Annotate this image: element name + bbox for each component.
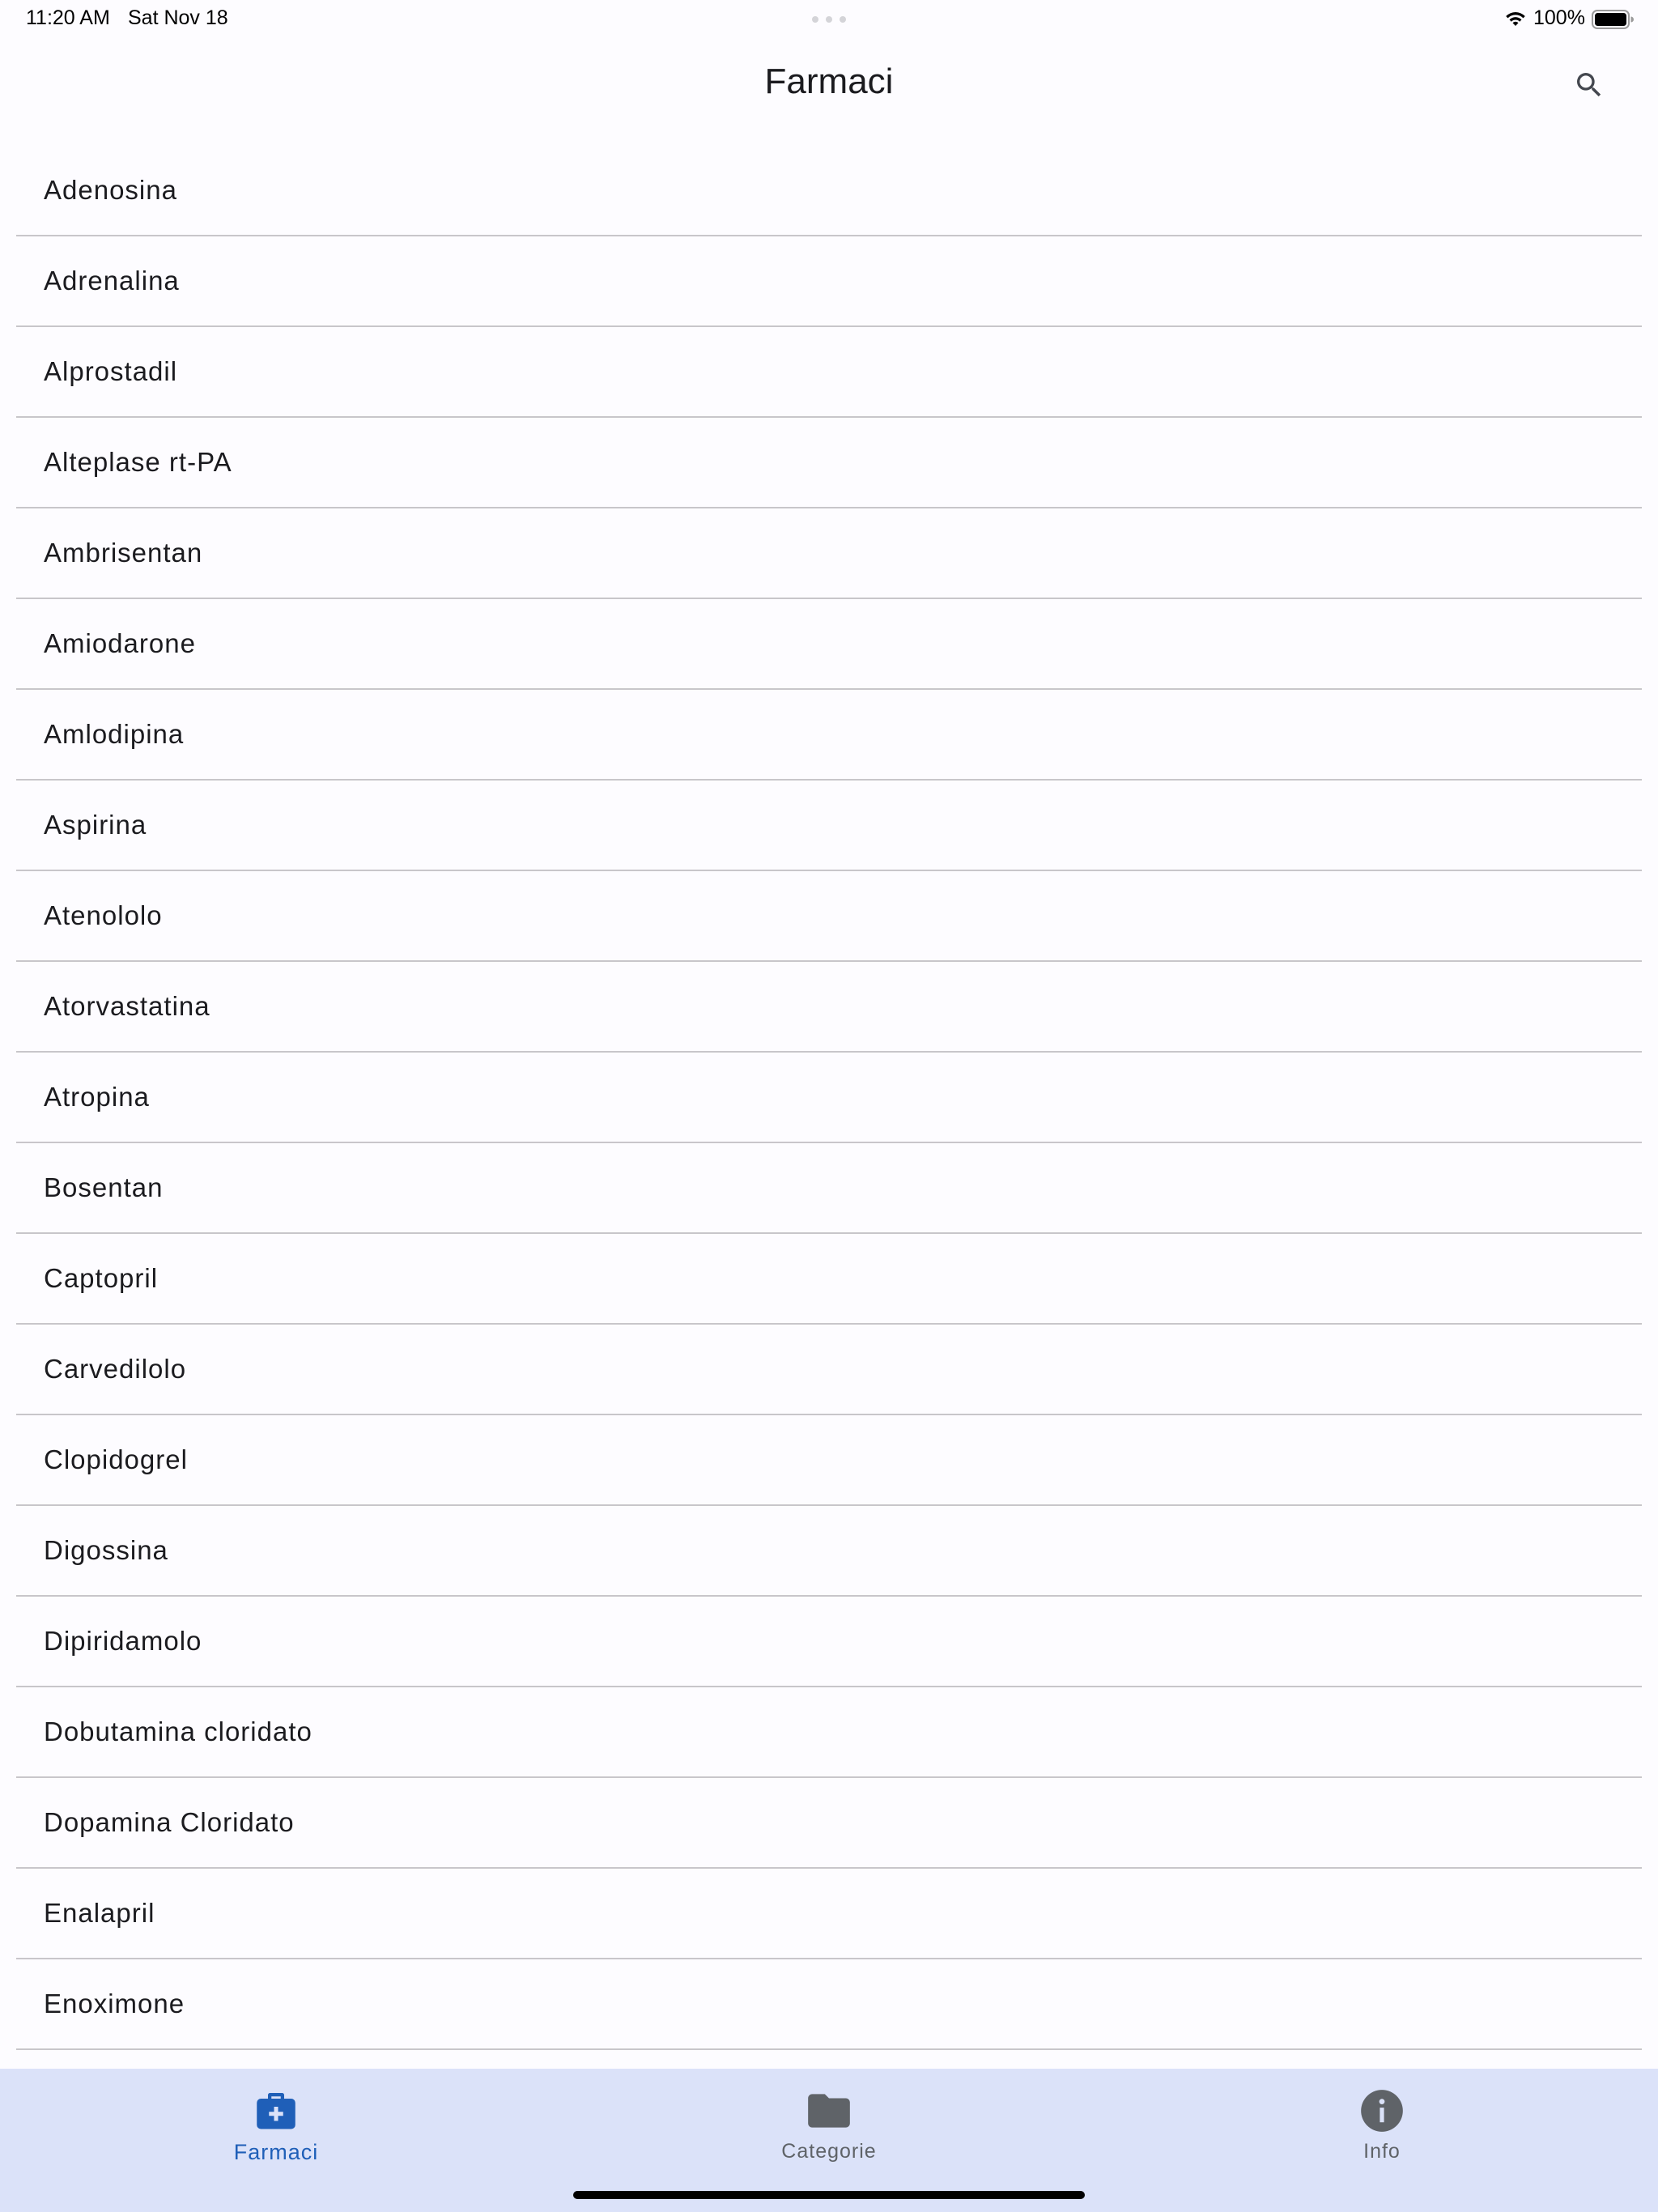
list-item[interactable]: Amlodipina	[16, 690, 1642, 781]
drug-name: Aspirina	[44, 810, 147, 840]
drug-name: Atorvastatina	[44, 991, 210, 1021]
drug-name: Adenosina	[44, 175, 177, 205]
list-item[interactable]: Adenosina	[16, 146, 1642, 236]
drug-name: Dopamina Cloridato	[44, 1807, 295, 1837]
home-indicator[interactable]	[573, 2191, 1085, 2199]
drug-name: Amlodipina	[44, 719, 185, 749]
list-item[interactable]: Dipiridamolo	[16, 1597, 1642, 1687]
search-icon	[1577, 73, 1601, 97]
tab-info[interactable]: Info	[1220, 2069, 1544, 2166]
list-item[interactable]: Carvedilolo	[16, 1325, 1642, 1415]
list-item[interactable]: Adrenalina	[16, 236, 1642, 327]
list-item[interactable]: Bosentan	[16, 1143, 1642, 1234]
drug-name: Alteplase rt-PA	[44, 447, 232, 477]
drug-name: Carvedilolo	[44, 1354, 187, 1384]
list-item[interactable]: Ambrisentan	[16, 508, 1642, 599]
app-bar: Farmaci	[0, 39, 1658, 130]
status-time: 11:20 AM	[26, 6, 110, 29]
status-bar: 11:20 AM Sat Nov 18 100%	[0, 0, 1658, 39]
tab-label: Farmaci	[233, 2140, 319, 2164]
page-title: Farmaci	[764, 62, 894, 101]
drug-name: Dobutamina cloridato	[44, 1716, 312, 1746]
list-item[interactable]: Atorvastatina	[16, 962, 1642, 1053]
list-item[interactable]: Dobutamina cloridato	[16, 1687, 1642, 1778]
drug-list: Adenosina Adrenalina Alprostadil Altepla…	[16, 146, 1642, 2050]
battery-percentage: 100%	[1533, 6, 1585, 29]
list-item[interactable]: Enoximone	[16, 1959, 1642, 2050]
list-item[interactable]: Enalapril	[16, 1869, 1642, 1959]
folder-icon	[803, 2085, 855, 2137]
drug-name: Adrenalina	[44, 266, 180, 296]
list-item[interactable]: Atenololo	[16, 871, 1642, 962]
multitasking-dots-icon[interactable]	[812, 16, 846, 23]
drug-name: Clopidogrel	[44, 1444, 188, 1474]
drug-name: Enoximone	[44, 1989, 185, 2018]
wifi-icon	[1506, 12, 1525, 26]
list-item[interactable]: Amiodarone	[16, 599, 1642, 690]
list-item[interactable]: Digossina	[16, 1506, 1642, 1597]
tab-label: Info	[1363, 2140, 1401, 2163]
list-item[interactable]: Captopril	[16, 1234, 1642, 1325]
battery-icon	[1592, 10, 1634, 29]
drug-name: Alprostadil	[44, 356, 178, 386]
drug-name: Atenololo	[44, 900, 163, 930]
drug-name: Enalapril	[44, 1898, 155, 1928]
list-item[interactable]: Clopidogrel	[16, 1415, 1642, 1506]
screen: 11:20 AM Sat Nov 18 100% Farmaci Adenosi…	[0, 0, 1658, 2212]
drug-name: Bosentan	[44, 1172, 164, 1202]
drug-name: Digossina	[44, 1535, 168, 1565]
search-button[interactable]	[1554, 57, 1624, 113]
tab-label: Categorie	[781, 2140, 877, 2163]
info-icon	[1356, 2085, 1408, 2137]
list-item[interactable]: Aspirina	[16, 781, 1642, 871]
drug-name: Atropina	[44, 1082, 150, 1112]
drug-name: Dipiridamolo	[44, 1626, 202, 1656]
tab-categorie[interactable]: Categorie	[667, 2069, 991, 2166]
medical-kit-icon	[250, 2085, 302, 2137]
drug-name: Amiodarone	[44, 628, 196, 658]
drug-name: Captopril	[44, 1263, 159, 1293]
list-item[interactable]: Atropina	[16, 1053, 1642, 1143]
tab-farmaci[interactable]: Farmaci	[114, 2069, 438, 2166]
drug-name: Ambrisentan	[44, 538, 203, 568]
list-item[interactable]: Alteplase rt-PA	[16, 418, 1642, 508]
list-item[interactable]: Alprostadil	[16, 327, 1642, 418]
list-item[interactable]: Dopamina Cloridato	[16, 1778, 1642, 1869]
status-date: Sat Nov 18	[128, 6, 228, 29]
